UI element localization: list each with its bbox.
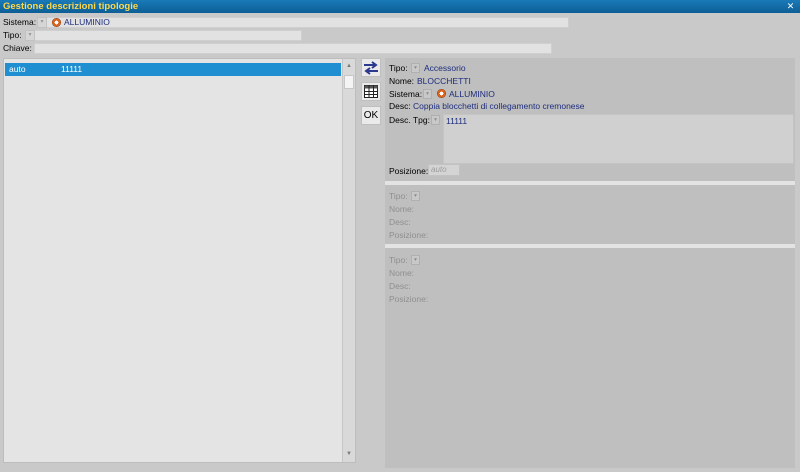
section3-posizione-label: Posizione: [389,294,429,304]
chiave-label: Chiave: [3,43,32,53]
section3-tipo-label: Tipo: [389,255,408,265]
section2-tipo-label: Tipo: [389,191,408,201]
section2-desc-label: Desc: [389,217,411,227]
detail-desc-label: Desc: [389,101,411,111]
detail-sistema-value[interactable]: ALLUMINIO [449,88,495,100]
detail-posizione-label: Posizione: [389,166,429,176]
detail-tipo-label: Tipo: [389,63,408,73]
section2-nome-label: Nome: [389,204,415,214]
desc-tpg-textarea[interactable]: 11111 [443,114,794,164]
list-item-code: 11111 [61,64,83,74]
list-scrollbar[interactable]: ▲ ▼ [342,59,355,462]
scroll-up-icon[interactable]: ▲ [343,61,355,72]
section3-nome-label: Nome: [389,268,415,278]
tipo-label: Tipo: [3,30,22,40]
detail-desc-tpg-dropdown-icon[interactable]: ▾ [431,115,440,125]
detail-tipo-dropdown-icon[interactable]: ▾ [411,63,420,73]
scroll-thumb[interactable] [344,75,354,89]
window-title: Gestione descrizioni tipologie [3,1,139,12]
sistema-field[interactable] [37,17,569,28]
detail-panel: Tipo: ▾ Accessorio Nome: BLOCCHETTI Sist… [385,58,795,468]
sistema-value: ALLUMINIO [64,17,110,27]
detail-sistema-dropdown-icon[interactable]: ▾ [423,89,432,99]
table-grid-icon [364,85,378,98]
detail-desc-value[interactable]: Coppia blocchetti di collegamento cremon… [413,100,585,112]
detail-nome-label: Nome: [389,76,415,86]
list-item-name: auto [9,64,26,74]
sistema-label: Sistema: [3,17,37,27]
posizione-input[interactable]: auto [428,164,460,176]
section-divider [385,244,795,248]
section2-posizione-label: Posizione: [389,230,429,240]
chiave-input[interactable] [34,43,552,54]
aluminium-system-icon [52,18,61,27]
list-item[interactable]: auto 11111 [5,63,341,76]
section2-tipo-dropdown-icon[interactable]: ▾ [411,191,420,201]
section3-desc-label: Desc: [389,281,411,291]
tipo-field[interactable] [25,30,302,41]
detail-nome-value[interactable]: BLOCCHETTI [417,75,471,87]
title-bar: Gestione descrizioni tipologie ✕ [0,0,800,13]
tipo-dropdown-icon[interactable]: ▾ [25,30,35,41]
table-view-button[interactable] [361,82,381,101]
detail-desc-tpg-label: Desc. Tpg: [389,115,430,125]
swap-button[interactable] [361,58,381,77]
ok-button[interactable]: OK [361,106,381,125]
detail-tipo-value[interactable]: Accessorio [424,62,466,74]
sistema-dropdown-icon[interactable]: ▾ [37,17,47,28]
desc-tpg-text: 11111 [446,116,468,126]
section3-tipo-dropdown-icon[interactable]: ▾ [411,255,420,265]
typology-list[interactable]: auto 11111 ▲ ▼ [3,58,356,463]
swap-arrows-icon [364,60,378,75]
scroll-down-icon[interactable]: ▼ [343,449,355,460]
detail-sistema-label: Sistema: [389,89,423,99]
close-icon[interactable]: ✕ [785,1,796,11]
aluminium-system-icon [437,89,446,98]
section-divider [385,181,795,185]
